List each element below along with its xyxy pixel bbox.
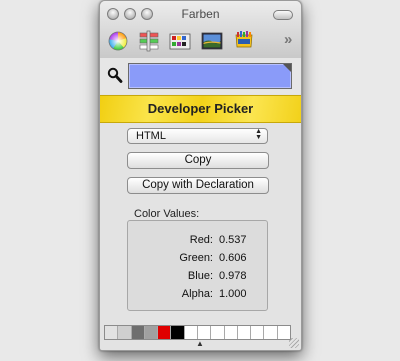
color-well-corner-icon — [283, 64, 291, 72]
value-row-alpha: Alpha: 1.000 — [128, 288, 269, 302]
value-number: 1.000 — [219, 288, 247, 300]
color-sliders-icon[interactable] — [138, 30, 160, 52]
format-select[interactable]: HTML ▲ ▼ — [127, 128, 268, 144]
value-number: 0.978 — [219, 270, 247, 282]
image-palettes-icon[interactable] — [201, 30, 223, 52]
color-picker-window: Farben » Developer Picker HTML ▲ ▼ Copy … — [99, 0, 302, 351]
value-row-blue: Blue: 0.978 — [128, 270, 269, 284]
select-arrows-icon: ▲ ▼ — [255, 128, 262, 141]
value-row-green: Green: 0.606 — [128, 252, 269, 266]
palette-swatch[interactable] — [131, 326, 145, 339]
color-values-heading: Color Values: — [134, 208, 200, 220]
titlebar: Farben » — [100, 1, 301, 59]
palette-swatch[interactable] — [144, 326, 159, 339]
palette-swatch[interactable] — [171, 326, 185, 339]
toolbar-toggle-button[interactable] — [273, 10, 293, 20]
crayons-icon[interactable] — [233, 30, 255, 52]
palette-swatch[interactable] — [105, 326, 119, 339]
palette-swatch[interactable] — [197, 326, 212, 339]
magnifier-icon[interactable] — [107, 67, 123, 89]
color-values-box: Red: 0.537 Green: 0.606 Blue: 0.978 Alph… — [127, 220, 268, 311]
resize-grip-icon[interactable] — [289, 338, 299, 348]
color-palettes-icon[interactable] — [169, 30, 191, 52]
palette-resize-caret-icon[interactable]: ▲ — [196, 339, 204, 348]
toolbar-overflow-button[interactable]: » — [284, 31, 292, 48]
palette-swatch[interactable] — [158, 326, 172, 339]
picker-title: Developer Picker — [147, 101, 254, 116]
copy-with-declaration-button[interactable]: Copy with Declaration — [127, 177, 269, 194]
format-select-value: HTML — [136, 130, 166, 142]
value-label: Red: — [189, 234, 213, 246]
palette-swatch[interactable] — [264, 326, 278, 339]
palette-swatch[interactable] — [211, 326, 225, 339]
palette-swatch[interactable] — [237, 326, 252, 339]
value-label: Blue: — [187, 270, 213, 282]
value-label: Green: — [179, 252, 213, 264]
palette-swatch[interactable] — [251, 326, 265, 339]
picker-banner: Developer Picker — [100, 95, 301, 123]
value-row-red: Red: 0.537 — [128, 234, 269, 248]
palette-swatch[interactable] — [118, 326, 132, 339]
copy-button[interactable]: Copy — [127, 152, 269, 169]
value-number: 0.537 — [219, 234, 247, 246]
value-label: Alpha: — [181, 288, 213, 300]
current-color-row — [100, 58, 301, 94]
value-number: 0.606 — [219, 252, 247, 264]
current-color-well[interactable] — [128, 63, 292, 89]
palette-swatch[interactable] — [184, 326, 198, 339]
palette-swatch[interactable] — [224, 326, 238, 339]
swatch-palette — [104, 325, 291, 340]
color-wheel-icon[interactable] — [107, 30, 129, 52]
window-title: Farben — [181, 7, 220, 21]
